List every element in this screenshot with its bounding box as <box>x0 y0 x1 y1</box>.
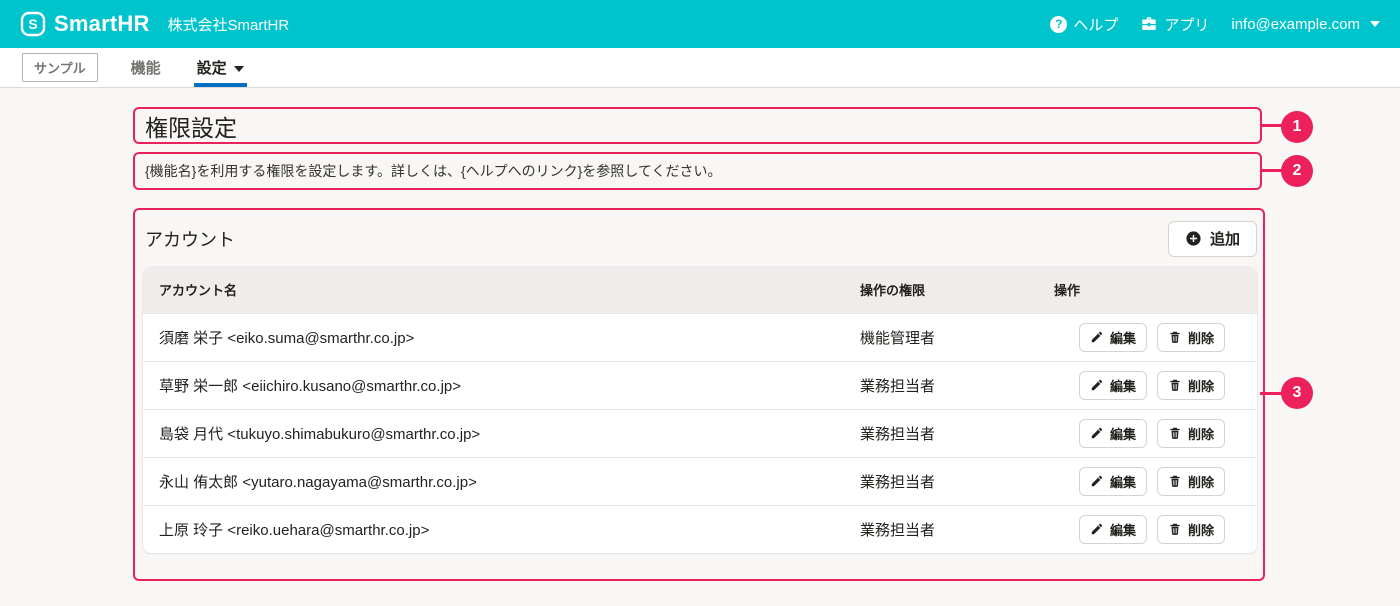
apps-label: アプリ <box>1164 14 1209 35</box>
svg-text:S: S <box>28 16 37 32</box>
account-name-cell: 上原 玲子 <reiko.uehara@smarthr.co.jp> <box>143 505 844 553</box>
app-header: S SmartHR 株式会社SmartHR ? ヘルプ アプリ info@exa… <box>0 0 1400 48</box>
pencil-icon <box>1090 378 1104 392</box>
annotation-marker-3: 3 <box>1281 377 1313 409</box>
edit-button-label: 編集 <box>1110 328 1136 347</box>
actions-cell: 編集 削除 <box>1038 457 1257 505</box>
account-section-title: アカウント <box>145 226 235 252</box>
tab-settings-label: 設定 <box>197 57 227 78</box>
column-header-permission: 操作の権限 <box>844 267 1038 313</box>
trash-icon <box>1168 330 1182 344</box>
delete-button-label: 削除 <box>1188 520 1214 539</box>
smarthr-logo[interactable]: S SmartHR <box>20 11 150 37</box>
column-header-account-name: アカウント名 <box>143 267 844 313</box>
edit-button-label: 編集 <box>1110 520 1136 539</box>
edit-button[interactable]: 編集 <box>1079 371 1147 400</box>
sample-badge: サンプル <box>22 53 98 82</box>
permission-cell: 業務担当者 <box>844 409 1038 457</box>
delete-button[interactable]: 削除 <box>1157 323 1225 352</box>
annotation-box-description: {機能名}を利用する権限を設定します。詳しくは、{ヘルプへのリンク}を参照してく… <box>133 152 1262 190</box>
page-title: 権限設定 <box>135 109 237 143</box>
permission-cell: 業務担当者 <box>844 505 1038 553</box>
table-row: 永山 侑太郎 <yutaro.nagayama@smarthr.co.jp> 業… <box>143 457 1257 505</box>
main-content: 権限設定 1 {機能名}を利用する権限を設定します。詳しくは、{ヘルプへのリンク… <box>0 88 1400 606</box>
delete-button-label: 削除 <box>1188 376 1214 395</box>
pencil-icon <box>1090 474 1104 488</box>
permission-cell: 業務担当者 <box>844 457 1038 505</box>
table-row: 草野 栄一郎 <eiichiro.kusano@smarthr.co.jp> 業… <box>143 361 1257 409</box>
permission-cell: 業務担当者 <box>844 361 1038 409</box>
account-name-cell: 島袋 月代 <tukuyo.shimabukuro@smarthr.co.jp> <box>143 409 844 457</box>
help-icon: ? <box>1050 16 1067 33</box>
smarthr-logo-icon: S <box>20 11 46 37</box>
add-account-button[interactable]: 追加 <box>1168 221 1257 257</box>
delete-button[interactable]: 削除 <box>1157 515 1225 544</box>
edit-button[interactable]: 編集 <box>1079 515 1147 544</box>
trash-icon <box>1168 426 1182 440</box>
account-email: info@example.com <box>1231 16 1360 33</box>
tab-features[interactable]: 機能 <box>128 48 164 87</box>
trash-icon <box>1168 474 1182 488</box>
add-button-label: 追加 <box>1210 228 1240 249</box>
account-menu[interactable]: info@example.com <box>1231 16 1380 33</box>
annotation-marker-1: 1 <box>1281 111 1313 143</box>
company-name: 株式会社SmartHR <box>168 14 290 35</box>
account-name-cell: 草野 栄一郎 <eiichiro.kusano@smarthr.co.jp> <box>143 361 844 409</box>
table-row: 上原 玲子 <reiko.uehara@smarthr.co.jp> 業務担当者… <box>143 505 1257 553</box>
apps-briefcase-icon <box>1140 15 1158 33</box>
account-name-cell: 永山 侑太郎 <yutaro.nagayama@smarthr.co.jp> <box>143 457 844 505</box>
edit-button[interactable]: 編集 <box>1079 323 1147 352</box>
pencil-icon <box>1090 426 1104 440</box>
page-description: {機能名}を利用する権限を設定します。詳しくは、{ヘルプへのリンク}を参照してく… <box>135 161 721 181</box>
help-link[interactable]: ? ヘルプ <box>1050 14 1118 35</box>
edit-button-label: 編集 <box>1110 376 1136 395</box>
delete-button-label: 削除 <box>1188 424 1214 443</box>
chevron-down-icon <box>1370 21 1380 27</box>
edit-button-label: 編集 <box>1110 472 1136 491</box>
edit-button[interactable]: 編集 <box>1079 419 1147 448</box>
tab-features-label: 機能 <box>131 57 161 78</box>
actions-cell: 編集 削除 <box>1038 313 1257 361</box>
page: S SmartHR 株式会社SmartHR ? ヘルプ アプリ info@exa… <box>0 0 1400 606</box>
annotation-marker-2: 2 <box>1281 155 1313 187</box>
delete-button[interactable]: 削除 <box>1157 467 1225 496</box>
edit-button[interactable]: 編集 <box>1079 467 1147 496</box>
permission-cell: 機能管理者 <box>844 313 1038 361</box>
annotation-box-title: 権限設定 <box>133 107 1262 144</box>
annotation-box-account-section: アカウント 追加 アカウント名 操作の権限 <box>133 208 1265 581</box>
chevron-down-icon <box>234 66 244 72</box>
table-row: 島袋 月代 <tukuyo.shimabukuro@smarthr.co.jp>… <box>143 409 1257 457</box>
actions-cell: 編集 削除 <box>1038 505 1257 553</box>
delete-button-label: 削除 <box>1188 472 1214 491</box>
account-name-cell: 須磨 栄子 <eiko.suma@smarthr.co.jp> <box>143 313 844 361</box>
trash-icon <box>1168 522 1182 536</box>
edit-button-label: 編集 <box>1110 424 1136 443</box>
pencil-icon <box>1090 330 1104 344</box>
trash-icon <box>1168 378 1182 392</box>
plus-circle-icon <box>1185 230 1202 247</box>
pencil-icon <box>1090 522 1104 536</box>
logo-text: SmartHR <box>54 11 150 37</box>
actions-cell: 編集 削除 <box>1038 409 1257 457</box>
actions-cell: 編集 削除 <box>1038 361 1257 409</box>
apps-link[interactable]: アプリ <box>1140 14 1209 35</box>
delete-button[interactable]: 削除 <box>1157 371 1225 400</box>
tab-bar: サンプル 機能 設定 <box>0 48 1400 88</box>
tab-settings[interactable]: 設定 <box>194 48 247 87</box>
delete-button[interactable]: 削除 <box>1157 419 1225 448</box>
table-header-row: アカウント名 操作の権限 操作 <box>143 267 1257 313</box>
accounts-table: アカウント名 操作の権限 操作 須磨 栄子 <eiko.suma@smarthr… <box>143 267 1257 553</box>
column-header-actions: 操作 <box>1038 267 1257 313</box>
help-label: ヘルプ <box>1073 14 1118 35</box>
delete-button-label: 削除 <box>1188 328 1214 347</box>
table-row: 須磨 栄子 <eiko.suma@smarthr.co.jp> 機能管理者 編集 <box>143 313 1257 361</box>
